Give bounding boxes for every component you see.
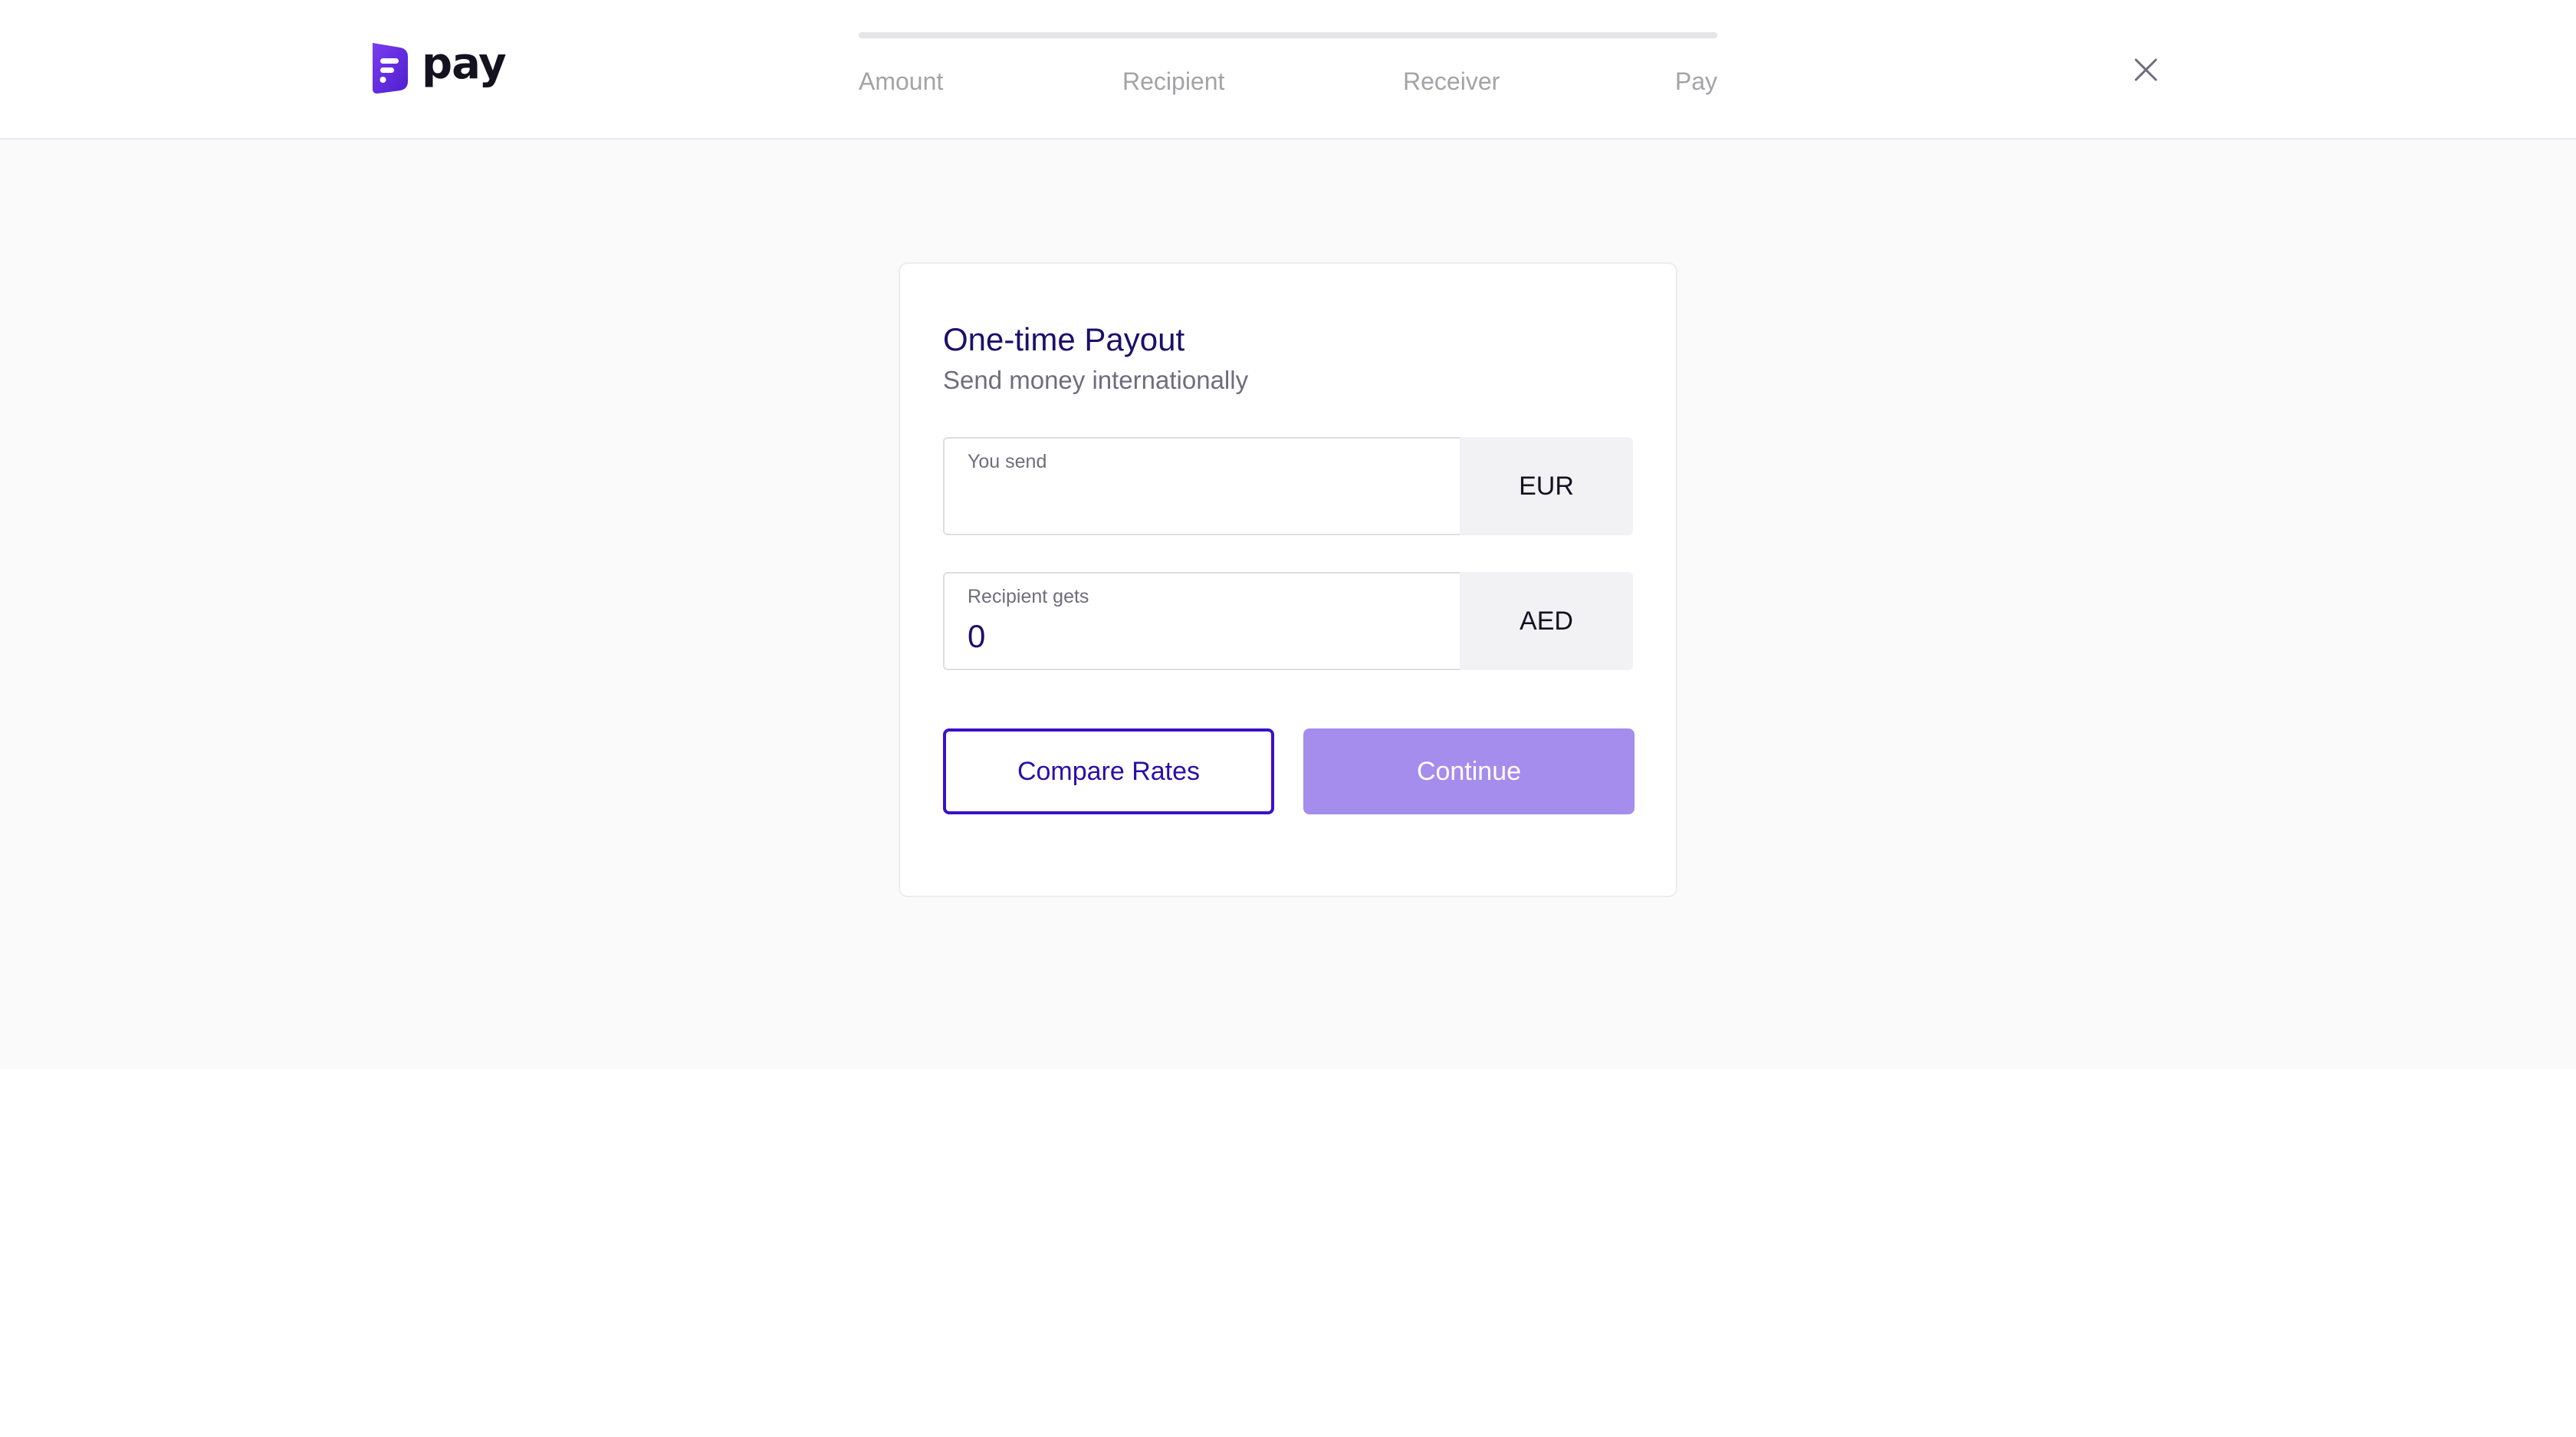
logo-text: pay	[422, 39, 507, 89]
step-recipient: Recipient	[1122, 67, 1225, 95]
receive-amount-input[interactable]	[968, 615, 1428, 658]
receive-amount-label: Recipient gets	[968, 586, 1089, 607]
continue-button[interactable]: Continue	[1303, 728, 1635, 814]
step-amount: Amount	[859, 67, 944, 95]
send-amount-input[interactable]	[968, 480, 1428, 523]
send-amount-label: You send	[968, 451, 1047, 472]
send-amount-row: You send EUR	[943, 437, 1633, 535]
progress-track	[859, 32, 1717, 38]
page-title: One-time Payout	[943, 321, 1185, 357]
send-amount-field[interactable]: You send	[943, 437, 1460, 535]
main-content: One-time Payout Send money international…	[0, 140, 2576, 1069]
page-subtitle: Send money internationally	[943, 366, 1249, 394]
top-bar: pay Amount Recipient Receiver Pay	[0, 0, 2576, 140]
step-pay: Pay	[1674, 67, 1717, 95]
receive-amount-field[interactable]: Recipient gets	[943, 572, 1460, 670]
close-button[interactable]	[2130, 54, 2162, 86]
compare-rates-button[interactable]: Compare Rates	[943, 728, 1274, 814]
progress-stepper: Amount Recipient Receiver Pay	[859, 32, 1717, 109]
close-icon	[2134, 58, 2157, 81]
receive-amount-row: Recipient gets AED	[943, 572, 1633, 670]
payout-card: One-time Payout Send money international…	[899, 262, 1677, 897]
logo[interactable]: pay	[370, 39, 507, 94]
step-receiver: Receiver	[1403, 67, 1500, 95]
receive-currency-select[interactable]: AED	[1460, 572, 1633, 670]
logo-mark-icon	[373, 43, 408, 94]
send-currency-select[interactable]: EUR	[1460, 437, 1633, 535]
